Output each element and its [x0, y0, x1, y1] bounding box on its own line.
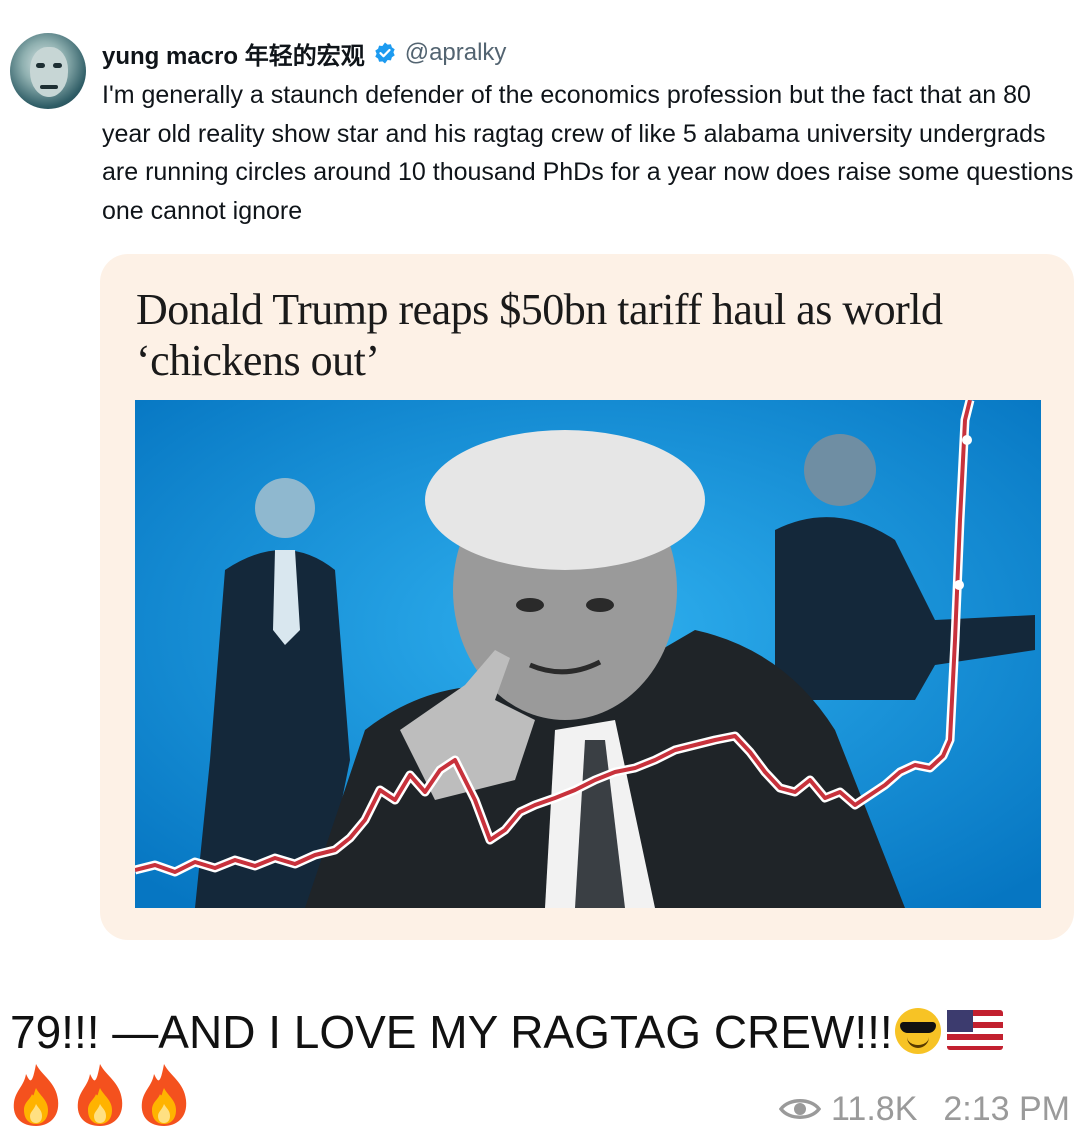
post-meta: 11.8K 2:13 PM — [779, 1084, 1070, 1134]
view-count: 11.8K — [831, 1089, 918, 1128]
sunglasses-emoji-icon — [894, 1008, 941, 1054]
fire-emoji-row — [8, 1062, 192, 1132]
fire-emoji-icon — [13, 1064, 59, 1126]
author-handle[interactable]: @apralky — [405, 39, 507, 67]
post-time: 2:13 PM — [943, 1089, 1070, 1128]
embedded-tweet[interactable]: yung macro 年轻的宏观 @apralky I'm generally … — [0, 0, 1080, 965]
article-image — [135, 400, 1041, 908]
eye-icon — [779, 1099, 822, 1119]
us-flag-emoji-icon — [946, 1010, 1003, 1050]
verified-badge-icon — [375, 42, 395, 64]
fire-emoji-icon — [141, 1064, 187, 1126]
tweet-text: I'm generally a staunch defender of the … — [102, 81, 1074, 225]
avatar-mouth — [40, 85, 58, 89]
author-display-name[interactable]: yung macro 年轻的宏观 — [102, 36, 365, 71]
article-headline: Donald Trump reaps $50bn tariff haul as … — [136, 285, 943, 385]
fire-emoji-icon — [77, 1064, 123, 1126]
avatar-eye-left — [36, 63, 45, 68]
avatar-face — [30, 47, 68, 97]
article-illustration — [135, 400, 1041, 908]
line-dot-top — [962, 435, 972, 445]
author-avatar[interactable] — [10, 33, 86, 109]
line-dot-mid — [954, 580, 964, 590]
post-caption: 79!!! —AND I LOVE MY RAGTAG CREW!!! — [10, 1006, 893, 1058]
tweet-header: yung macro 年轻的宏观 @apralky — [102, 36, 506, 70]
article-card[interactable]: Donald Trump reaps $50bn tariff haul as … — [100, 254, 1074, 940]
avatar-eye-right — [53, 63, 62, 68]
post-caption-line: 79!!! —AND I LOVE MY RAGTAG CREW!!! — [10, 1002, 1070, 1062]
